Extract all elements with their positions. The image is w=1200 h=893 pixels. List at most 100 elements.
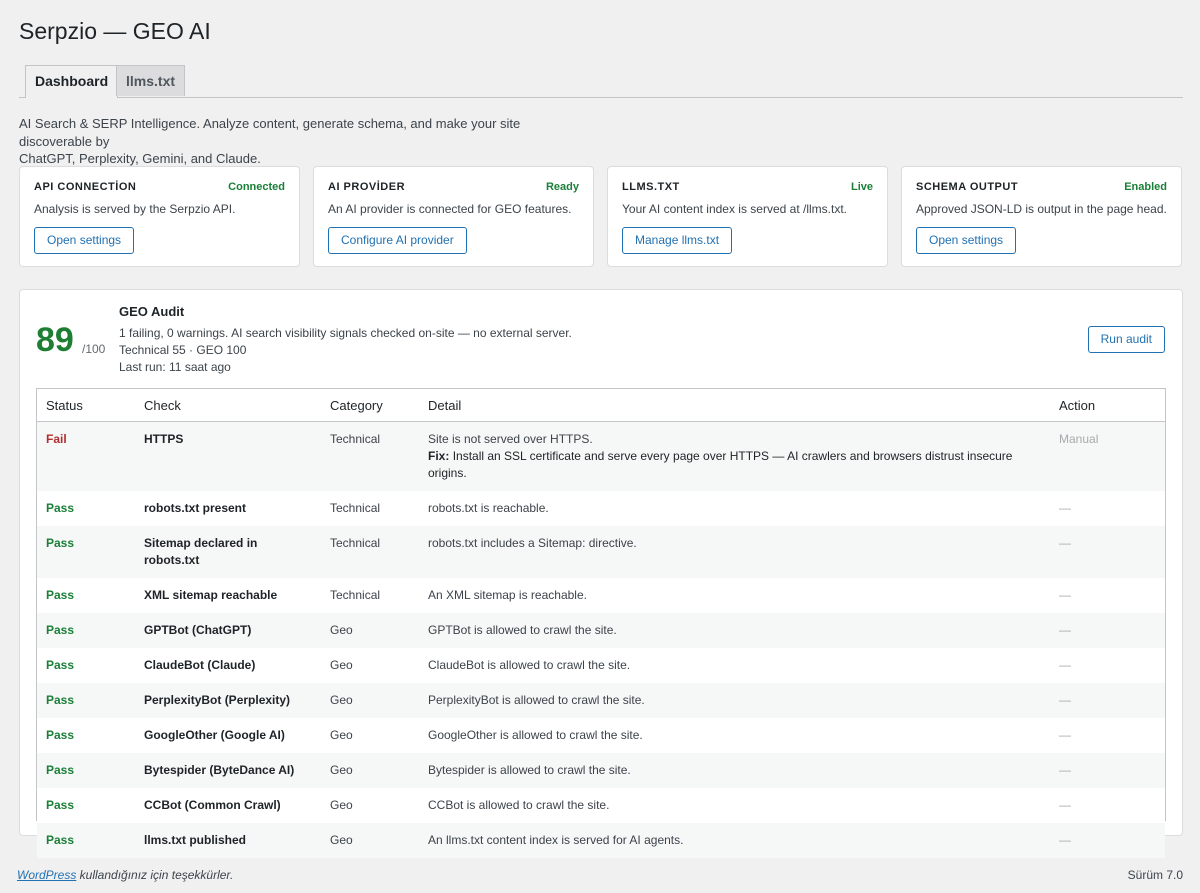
check-cell: HTTPS (144, 432, 184, 446)
check-cell: Sitemap declared in robots.txt (135, 526, 321, 578)
category-cell: Geo (330, 658, 353, 672)
footer-text: kullandığınız için teşekkürler. (76, 868, 234, 882)
table-row: Fail HTTPS Technical Site is not served … (37, 421, 1165, 492)
detail-cell: PerplexityBot is allowed to crawl the si… (428, 693, 645, 707)
category-cell: Geo (330, 798, 353, 812)
status-cell: Pass (46, 501, 75, 515)
table-header-row: Status Check Category Detail Action (37, 389, 1165, 422)
page-title: Serpzio — GEO AI (19, 18, 211, 44)
check-cell: PerplexityBot (Perplexity) (144, 693, 291, 707)
status-badge: Live (850, 181, 873, 193)
detail-cell: An llms.txt content index is served for … (428, 833, 684, 847)
detail-cell: ClaudeBot is allowed to crawl the site. (428, 658, 631, 672)
status-cell: Pass (46, 693, 75, 707)
card-description: Analysis is served by the Serpzio API. (34, 202, 236, 216)
detail-text: Site is not served over HTTPS. (428, 432, 593, 446)
detail-cell: Bytespider is allowed to crawl the site. (428, 763, 631, 777)
intro-line-2: ChatGPT, Perplexity, Gemini, and Claude. (19, 151, 261, 166)
audit-breakdown: Technical 55 · GEO 100 (119, 343, 247, 357)
footer-thanks: WordPress kullandığınız için teşekkürler… (17, 868, 233, 882)
intro-text: AI Search & SERP Intelligence. Analyze c… (19, 115, 579, 168)
card-title: AI PROVİDER (328, 181, 406, 193)
category-cell: Geo (330, 833, 353, 847)
card-ai-provider: AI PROVİDER Ready An AI provider is conn… (313, 166, 594, 267)
run-audit-button[interactable]: Run audit (1087, 326, 1165, 353)
table-row: Pass XML sitemap reachable Technical An … (37, 578, 1165, 613)
check-cell: CCBot (Common Crawl) (144, 798, 281, 812)
status-badge: Enabled (1124, 181, 1167, 193)
category-cell: Geo (330, 693, 353, 707)
detail-cell: GPTBot is allowed to crawl the site. (428, 623, 617, 637)
column-header-check: Check (135, 389, 321, 422)
audit-last-run: Last run: 11 saat ago (119, 360, 231, 374)
tab-llms-txt[interactable]: llms.txt (116, 65, 186, 96)
column-header-status: Status (37, 389, 135, 422)
column-header-detail: Detail (419, 389, 1050, 422)
detail-cell: robots.txt includes a Sitemap: directive… (428, 536, 637, 550)
status-badge: Connected (228, 181, 285, 193)
audit-summary: 1 failing, 0 warnings. AI search visibil… (119, 326, 572, 340)
card-description: Approved JSON-LD is output in the page h… (916, 202, 1167, 216)
check-cell: Bytespider (ByteDance AI) (144, 763, 295, 777)
card-schema-output: SCHEMA OUTPUT Enabled Approved JSON-LD i… (901, 166, 1182, 267)
table-row: Pass Bytespider (ByteDance AI) Geo Bytes… (37, 753, 1165, 788)
manage-llms-txt-button[interactable]: Manage llms.txt (622, 227, 733, 254)
card-description: An AI provider is connected for GEO feat… (328, 202, 572, 216)
detail-cell: robots.txt is reachable. (428, 501, 549, 515)
table-row: Pass GoogleOther (Google AI) Geo GoogleO… (37, 718, 1165, 753)
status-cell: Pass (46, 798, 75, 812)
category-cell: Geo (330, 763, 353, 777)
category-cell: Technical (330, 432, 381, 446)
check-cell: GoogleOther (Google AI) (144, 728, 285, 742)
audit-table: Status Check Category Detail Action Fail… (36, 388, 1166, 858)
configure-ai-provider-button[interactable]: Configure AI provider (328, 227, 467, 254)
status-cell: Pass (46, 658, 75, 672)
detail-cell: Site is not served over HTTPS. Fix: Inst… (419, 422, 1050, 492)
card-llms-txt: LLMS.TXT Live Your AI content index is s… (607, 166, 888, 267)
wordpress-link[interactable]: WordPress (17, 868, 76, 882)
detail-cell: CCBot is allowed to crawl the site. (428, 798, 610, 812)
check-text-continued: robots.txt (144, 553, 200, 567)
action-cell: — (1059, 728, 1071, 742)
column-header-action: Action (1050, 389, 1165, 422)
action-cell: — (1059, 588, 1071, 602)
check-text: Sitemap declared in (144, 536, 258, 550)
table-row: Pass CCBot (Common Crawl) Geo CCBot is a… (37, 788, 1165, 823)
table-row: Pass GPTBot (ChatGPT) Geo GPTBot is allo… (37, 613, 1165, 648)
table-row: Pass robots.txt present Technical robots… (37, 491, 1165, 526)
status-cell: Pass (46, 623, 75, 637)
status-cell: Pass (46, 536, 75, 550)
category-cell: Technical (330, 536, 381, 550)
status-cell: Pass (46, 728, 75, 742)
fix-text-continued: origins. (428, 466, 467, 480)
check-cell: GPTBot (ChatGPT) (144, 623, 252, 637)
card-description: Your AI content index is served at /llms… (622, 202, 847, 216)
table-row: Pass Sitemap declared in robots.txt Tech… (37, 526, 1165, 578)
fix-label: Fix: (428, 449, 450, 463)
audit-score: 89 (36, 321, 74, 359)
status-cell: Pass (46, 833, 75, 847)
category-cell: Technical (330, 588, 381, 602)
card-title: API CONNECTİON (34, 181, 137, 193)
detail-cell: GoogleOther is allowed to crawl the site… (428, 728, 643, 742)
action-cell: — (1059, 763, 1071, 777)
intro-line-1: AI Search & SERP Intelligence. Analyze c… (19, 116, 521, 149)
action-cell: — (1059, 693, 1071, 707)
action-cell: — (1059, 501, 1071, 515)
card-api-connection: API CONNECTİON Connected Analysis is ser… (19, 166, 300, 267)
open-settings-button[interactable]: Open settings (34, 227, 135, 254)
check-cell: XML sitemap reachable (144, 588, 278, 602)
action-cell: Manual (1059, 432, 1099, 446)
tab-dashboard[interactable]: Dashboard (25, 65, 119, 98)
check-cell: robots.txt present (144, 501, 247, 515)
audit-score-max: /100 (82, 342, 106, 356)
open-settings-button[interactable]: Open settings (916, 227, 1017, 254)
card-title: SCHEMA OUTPUT (916, 181, 1019, 193)
category-cell: Technical (330, 501, 381, 515)
check-cell: ClaudeBot (Claude) (144, 658, 256, 672)
status-badge: Ready (545, 181, 579, 193)
status-cell: Pass (46, 588, 75, 602)
table-row: Pass ClaudeBot (Claude) Geo ClaudeBot is… (37, 648, 1165, 683)
audit-title: GEO Audit (119, 304, 185, 319)
fix-text: Install an SSL certificate and serve eve… (452, 449, 1013, 463)
